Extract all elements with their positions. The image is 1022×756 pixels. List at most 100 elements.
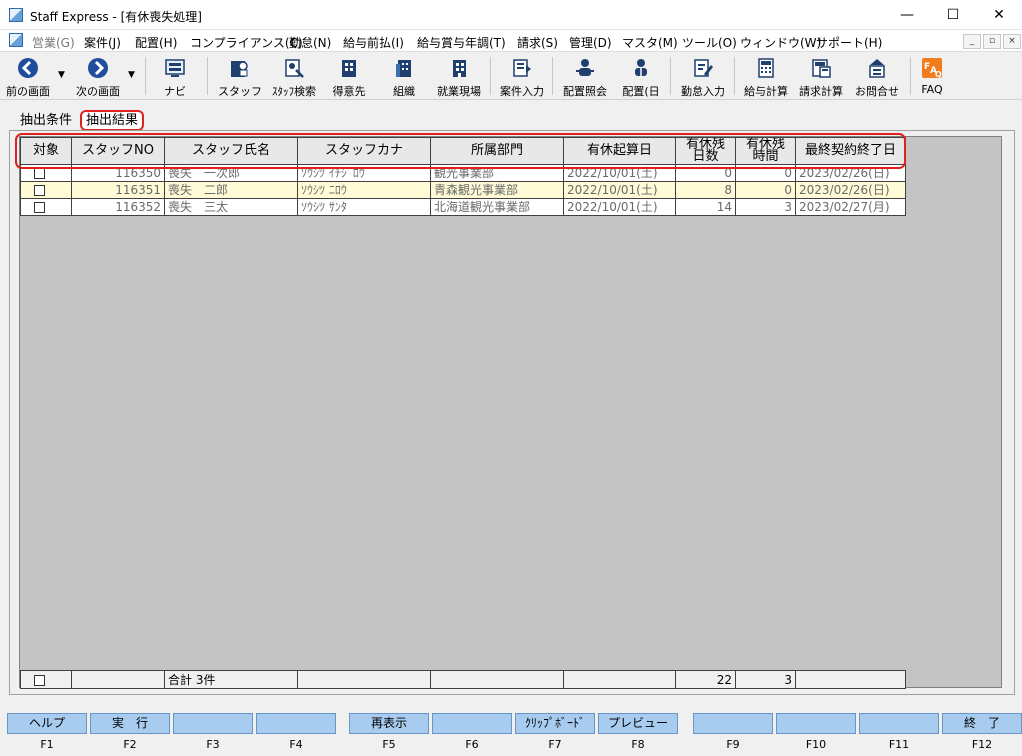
navi-button[interactable]: ナビ	[155, 55, 195, 99]
header-remaining-hours[interactable]: 有休残 時間	[735, 137, 796, 165]
header-leave-start[interactable]: 有休起算日	[563, 137, 676, 165]
mdi-minimize-button[interactable]: _	[963, 34, 981, 49]
cell-remaining-hours: 0	[735, 181, 796, 199]
menu-assignment[interactable]: 配置(H)	[135, 34, 177, 51]
header-staff-name[interactable]: スタッフ氏名	[164, 137, 298, 165]
menu-billing[interactable]: 請求(S)	[517, 34, 558, 51]
total-empty-cell	[430, 670, 564, 689]
organization-button[interactable]: 組織	[383, 55, 425, 99]
select-all-cell[interactable]	[20, 670, 72, 689]
refresh-button[interactable]: 再表示	[349, 713, 429, 734]
inquiry-button[interactable]: お問合せ	[851, 55, 903, 99]
document-icon[interactable]	[9, 33, 23, 47]
app-icon	[9, 8, 23, 22]
f4-button[interactable]	[256, 713, 336, 734]
menu-attendance[interactable]: 勤怠(N)	[289, 34, 331, 51]
menu-advance-pay[interactable]: 給与前払(I)	[343, 34, 404, 51]
organization-icon	[396, 60, 411, 77]
attendance-entry-button[interactable]: 勤怠入力	[676, 55, 730, 99]
menu-project[interactable]: 案件(J)	[84, 34, 121, 51]
cell-staff-no: 116352	[71, 198, 165, 216]
cell-leave-start: 2022/10/01(土)	[563, 198, 676, 216]
f6-button[interactable]	[432, 713, 512, 734]
cell-staff-name: 喪失 二郎	[164, 181, 298, 199]
menu-window[interactable]: ウィンドウ(W)	[740, 34, 821, 51]
execute-button[interactable]: 実 行	[90, 713, 170, 734]
table-row[interactable]: 116352 喪失 三太 ｿｳｼﾂ ｻﾝﾀ 北海道観光事業部 2022/10/0…	[20, 198, 906, 216]
forward-label: 次の画面	[76, 85, 120, 98]
mdi-close-button[interactable]: ×	[1003, 34, 1021, 49]
assignment-daily-label: 配置(日	[622, 85, 660, 98]
header-last-contract-end[interactable]: 最終契約終了日	[795, 137, 906, 165]
assignment-daily-button[interactable]: 配置(日	[617, 55, 665, 99]
close-button[interactable]: ✕	[976, 0, 1022, 30]
faq-button[interactable]: FAQ FAQ	[914, 55, 950, 99]
forward-button[interactable]: 次の画面	[72, 55, 124, 99]
cell-staff-kana: ｿｳｼﾂ ｲﾁｼﾞﾛｳ	[297, 164, 431, 182]
staff-search-icon	[285, 59, 304, 78]
help-button[interactable]: ヘルプ	[7, 713, 87, 734]
f11-button[interactable]	[859, 713, 939, 734]
cell-remaining-hours: 0	[735, 164, 796, 182]
f9-button[interactable]	[693, 713, 773, 734]
billing-calc-button[interactable]: 請求計算	[795, 55, 847, 99]
row-checkbox-cell[interactable]	[20, 181, 72, 199]
table-row[interactable]: 116351 喪失 二郎 ｿｳｼﾂ ﾆﾛｳ 青森観光事業部 2022/10/01…	[20, 181, 906, 199]
project-entry-button[interactable]: 案件入力	[495, 55, 549, 99]
staff-icon	[231, 61, 248, 77]
faq-label: FAQ	[921, 83, 943, 96]
f10-button[interactable]	[776, 713, 856, 734]
clipboard-button[interactable]: ｸﾘｯﾌﾟﾎﾞｰﾄﾞ	[515, 713, 595, 734]
exit-button[interactable]: 終 了	[942, 713, 1022, 734]
back-dropdown-icon[interactable]: ▼	[58, 70, 65, 80]
workplace-button[interactable]: 就業現場	[432, 55, 486, 99]
header-target[interactable]: 対象	[20, 137, 72, 165]
staff-button[interactable]: スタッフ	[218, 55, 262, 99]
header-remaining-days[interactable]: 有休残 日数	[675, 137, 736, 165]
results-grid: 対象 スタッフNO スタッフ氏名 スタッフカナ 所属部門 有休起算日 有休残 日…	[20, 137, 906, 216]
header-staff-kana[interactable]: スタッフカナ	[297, 137, 431, 165]
f4-label: F4	[289, 738, 303, 751]
preview-button[interactable]: プレビュー	[598, 713, 678, 734]
toolbar: 前の画面 ▼ 次の画面 ▼ ナビ スタッフ ｽﾀｯﾌ検索 得意先 組織 就業現場…	[0, 52, 1022, 100]
minimize-button[interactable]: —	[884, 0, 930, 30]
row-checkbox-cell[interactable]	[20, 164, 72, 182]
f3-button[interactable]	[173, 713, 253, 734]
select-all-checkbox[interactable]	[34, 674, 45, 686]
customer-button[interactable]: 得意先	[328, 55, 370, 99]
back-button[interactable]: 前の画面	[3, 55, 53, 99]
svg-text:Q: Q	[935, 70, 942, 79]
toolbar-separator	[670, 57, 671, 95]
header-department[interactable]: 所属部門	[430, 137, 564, 165]
assignment-daily-icon	[635, 59, 647, 76]
menu-payroll[interactable]: 給与賞与年調(T)	[417, 34, 506, 51]
assignment-inquiry-button[interactable]: 配置照会	[559, 55, 611, 99]
row-checkbox-cell[interactable]	[20, 198, 72, 216]
staff-search-button[interactable]: ｽﾀｯﾌ検索	[266, 55, 322, 99]
table-row[interactable]: 116350 喪失 一次郎 ｿｳｼﾂ ｲﾁｼﾞﾛｳ 観光事業部 2022/10/…	[20, 164, 906, 182]
cell-remaining-days: 8	[675, 181, 736, 199]
forward-dropdown-icon[interactable]: ▼	[128, 70, 135, 80]
menu-tools[interactable]: ツール(O)	[682, 34, 737, 51]
tab-extract-conditions[interactable]: 抽出条件	[16, 110, 76, 131]
billing-calc-icon	[812, 59, 831, 78]
cell-department: 青森観光事業部	[430, 181, 564, 199]
window-title: Staff Express - [有休喪失処理]	[30, 10, 202, 24]
toolbar-separator	[207, 57, 208, 95]
maximize-button[interactable]: ☐	[930, 0, 976, 30]
row-checkbox[interactable]	[34, 167, 45, 179]
faq-icon: F AQ	[922, 58, 942, 79]
navi-icon	[165, 59, 185, 77]
menu-sales[interactable]: 営業(G)	[32, 34, 75, 51]
menu-master[interactable]: マスタ(M)	[622, 34, 678, 51]
mdi-restore-button[interactable]: ▫	[983, 34, 1001, 49]
header-staff-no[interactable]: スタッフNO	[71, 137, 165, 165]
row-checkbox[interactable]	[34, 184, 45, 196]
tab-extract-results[interactable]: 抽出結果	[80, 110, 145, 131]
total-count: 合計 3件	[164, 670, 298, 689]
row-checkbox[interactable]	[34, 201, 45, 213]
menu-compliance[interactable]: コンプライアンス(C)	[190, 34, 303, 51]
payroll-calc-button[interactable]: 給与計算	[740, 55, 792, 99]
menu-admin[interactable]: 管理(D)	[569, 34, 612, 51]
menu-support[interactable]: サポート(H)	[816, 34, 882, 51]
